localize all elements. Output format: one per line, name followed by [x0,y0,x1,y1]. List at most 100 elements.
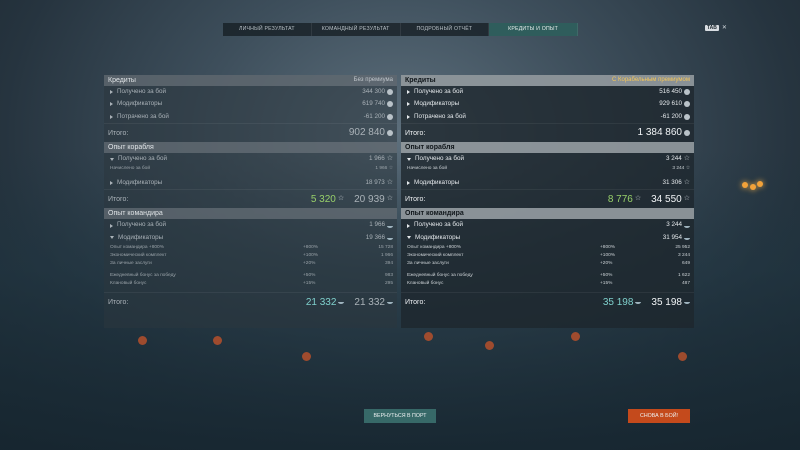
detail-label: Ежедневный бонус за победу [110,273,176,279]
credits-earned-row[interactable]: Получено за бой 516 450 [401,86,694,98]
total-label: Итого: [108,299,129,307]
ship-xp-total: Итого: 8 776 ☆ 34 550 ☆ [401,189,694,208]
row-value: 344 300 [362,88,385,95]
row-label: Модификаторы [117,179,163,187]
total-label: Итого: [405,129,426,137]
detail-row: Ежедневный бонус за победу +50% 1 622 [401,272,694,280]
ship-xp-modifiers-row[interactable]: Модификаторы 18 973 ☆ [104,177,397,189]
credits-modifiers-row[interactable]: Модификаторы 929 610 [401,98,694,110]
detail-label: Экономический комплект [110,253,167,259]
row-label: Получено за бой [414,88,463,95]
tab-detailed-report[interactable]: ПОДРОБНЫЙ ОТЧЁТ [401,23,490,36]
commander-xp-earned-row[interactable]: Получено за бой 1 966 [104,219,397,231]
row-value: -61 200 [363,112,385,120]
detail-value: 649 [681,261,690,267]
close-icon[interactable]: ✕ [722,24,727,31]
ship-xp-modifiers-row[interactable]: Модификаторы 31 306 ☆ [401,177,694,189]
tab-team-result[interactable]: КОМАНДНЫЙ РЕЗУЛЬТАТ [312,23,401,36]
captain-cap-icon [338,300,345,305]
commander-xp-total: Итого: 21 332 21 332 [104,292,397,311]
silver-coin-icon [387,113,393,120]
detail-label: Экономический комплект [407,253,464,259]
ship-xp-earned-row[interactable]: Получено за бой 1 966 ☆ [104,153,397,165]
row-label: Получено за бой [117,88,166,95]
collapse-arrow-icon [407,157,411,161]
captain-cap-icon [635,300,642,305]
buoy [213,336,222,345]
expand-arrow-icon [110,90,113,95]
row-label: Получено за бой [415,154,464,162]
section-title: Кредиты [405,77,436,84]
ship-fire [757,181,763,187]
silver-coin-icon [684,129,690,136]
silver-coin-icon [684,89,690,96]
detail-row: За личные заслуги +20% 649 [401,260,694,268]
total-label: Итого: [108,129,129,137]
tab-personal-result[interactable]: ЛИЧНЫЙ РЕЗУЛЬТАТ [223,23,312,36]
detail-row: Экономический комплект +100% 1 966 [104,252,397,260]
detail-value: 15 728 [378,245,393,251]
expand-arrow-icon [407,90,410,95]
detail-row: Опыт командира +800% +800% 25 952 [401,244,694,252]
detail-label: Начислено за бой [110,166,151,172]
expand-arrow-icon [407,181,410,186]
detail-value: 1 966 [375,166,388,172]
captain-cap-icon [684,236,690,240]
credits-spent-row[interactable]: Потрачено за бой -61 200 [401,111,694,123]
buoy [678,352,687,361]
buoy [302,352,311,361]
row-value: 619 740 [362,100,385,108]
commander-xp-modifiers-row[interactable]: Модификаторы 31 954 [401,232,694,244]
return-to-port-button[interactable]: ВЕРНУТЬСЯ В ПОРТ [364,409,436,423]
total-value: 902 840 [348,127,385,139]
commander-xp-total: Итого: 35 198 35 198 [401,292,694,311]
expand-arrow-icon [407,114,410,119]
detail-label: Начислено за бой [407,166,448,172]
ship-xp-header: Опыт корабля [104,141,397,153]
detail-row: Ежедневный бонус за победу +50% 983 [104,272,397,280]
captain-cap-icon [684,224,690,228]
collapse-arrow-icon [110,157,114,161]
free-xp-value: 5 320 [310,193,336,205]
expand-arrow-icon [407,102,410,107]
silver-coin-icon [387,89,393,96]
credits-modifiers-row[interactable]: Модификаторы 619 740 [104,98,397,110]
close-area: TAB ✕ [705,24,727,31]
premium-status: Без премиума [353,77,393,83]
ship-fire [750,184,756,190]
detail-pct: +50% [303,273,316,279]
battle-again-button[interactable]: СНОВА В БОЙ! [628,409,690,423]
commander-xp-modifiers-row[interactable]: Модификаторы 19 366 [104,232,397,244]
row-label: Модификаторы [117,100,163,108]
star-icon: ☆ [683,179,690,187]
section-title: Опыт корабля [108,143,154,151]
detail-row: За личные заслуги +20% 394 [104,260,397,268]
tab-credits-and-xp[interactable]: КРЕДИТЫ И ОПЫТ [489,23,578,36]
detail-value: 25 952 [675,245,690,251]
results-tabs: ЛИЧНЫЙ РЕЗУЛЬТАТ КОМАНДНЫЙ РЕЗУЛЬТАТ ПОД… [223,23,578,36]
credits-spent-row[interactable]: Потрачено за бой -61 200 [104,111,397,123]
detail-pct: +50% [600,273,613,279]
row-label: Потрачено за бой [117,112,169,120]
collapse-arrow-icon [110,236,114,240]
detail-pct: +15% [303,281,316,287]
row-label: Модификаторы [118,233,164,241]
detail-pct: +15% [600,281,613,287]
row-label: Получено за бой [117,221,166,229]
free-xp-value: 8 776 [607,193,633,205]
row-value: 31 306 [662,179,682,187]
ship-xp-earned-row[interactable]: Получено за бой 3 244 ☆ [401,153,694,165]
detail-pct: +20% [600,261,613,267]
buoy [424,332,433,341]
commander-xp-header: Опыт командира [401,208,694,220]
premium-status: С Корабельным премиумом [612,77,690,83]
row-value: 3 244 [665,154,682,162]
commander-xp-earned-row[interactable]: Получено за бой 3 244 [401,219,694,231]
ship-fire [742,182,748,188]
detail-value: 1 622 [677,273,690,279]
expand-arrow-icon [110,102,113,107]
section-title: Опыт командира [405,210,464,218]
credits-earned-row[interactable]: Получено за бой 344 300 [104,86,397,98]
detail-pct: +100% [600,253,616,259]
detail-label: Клановый бонус [407,281,444,287]
